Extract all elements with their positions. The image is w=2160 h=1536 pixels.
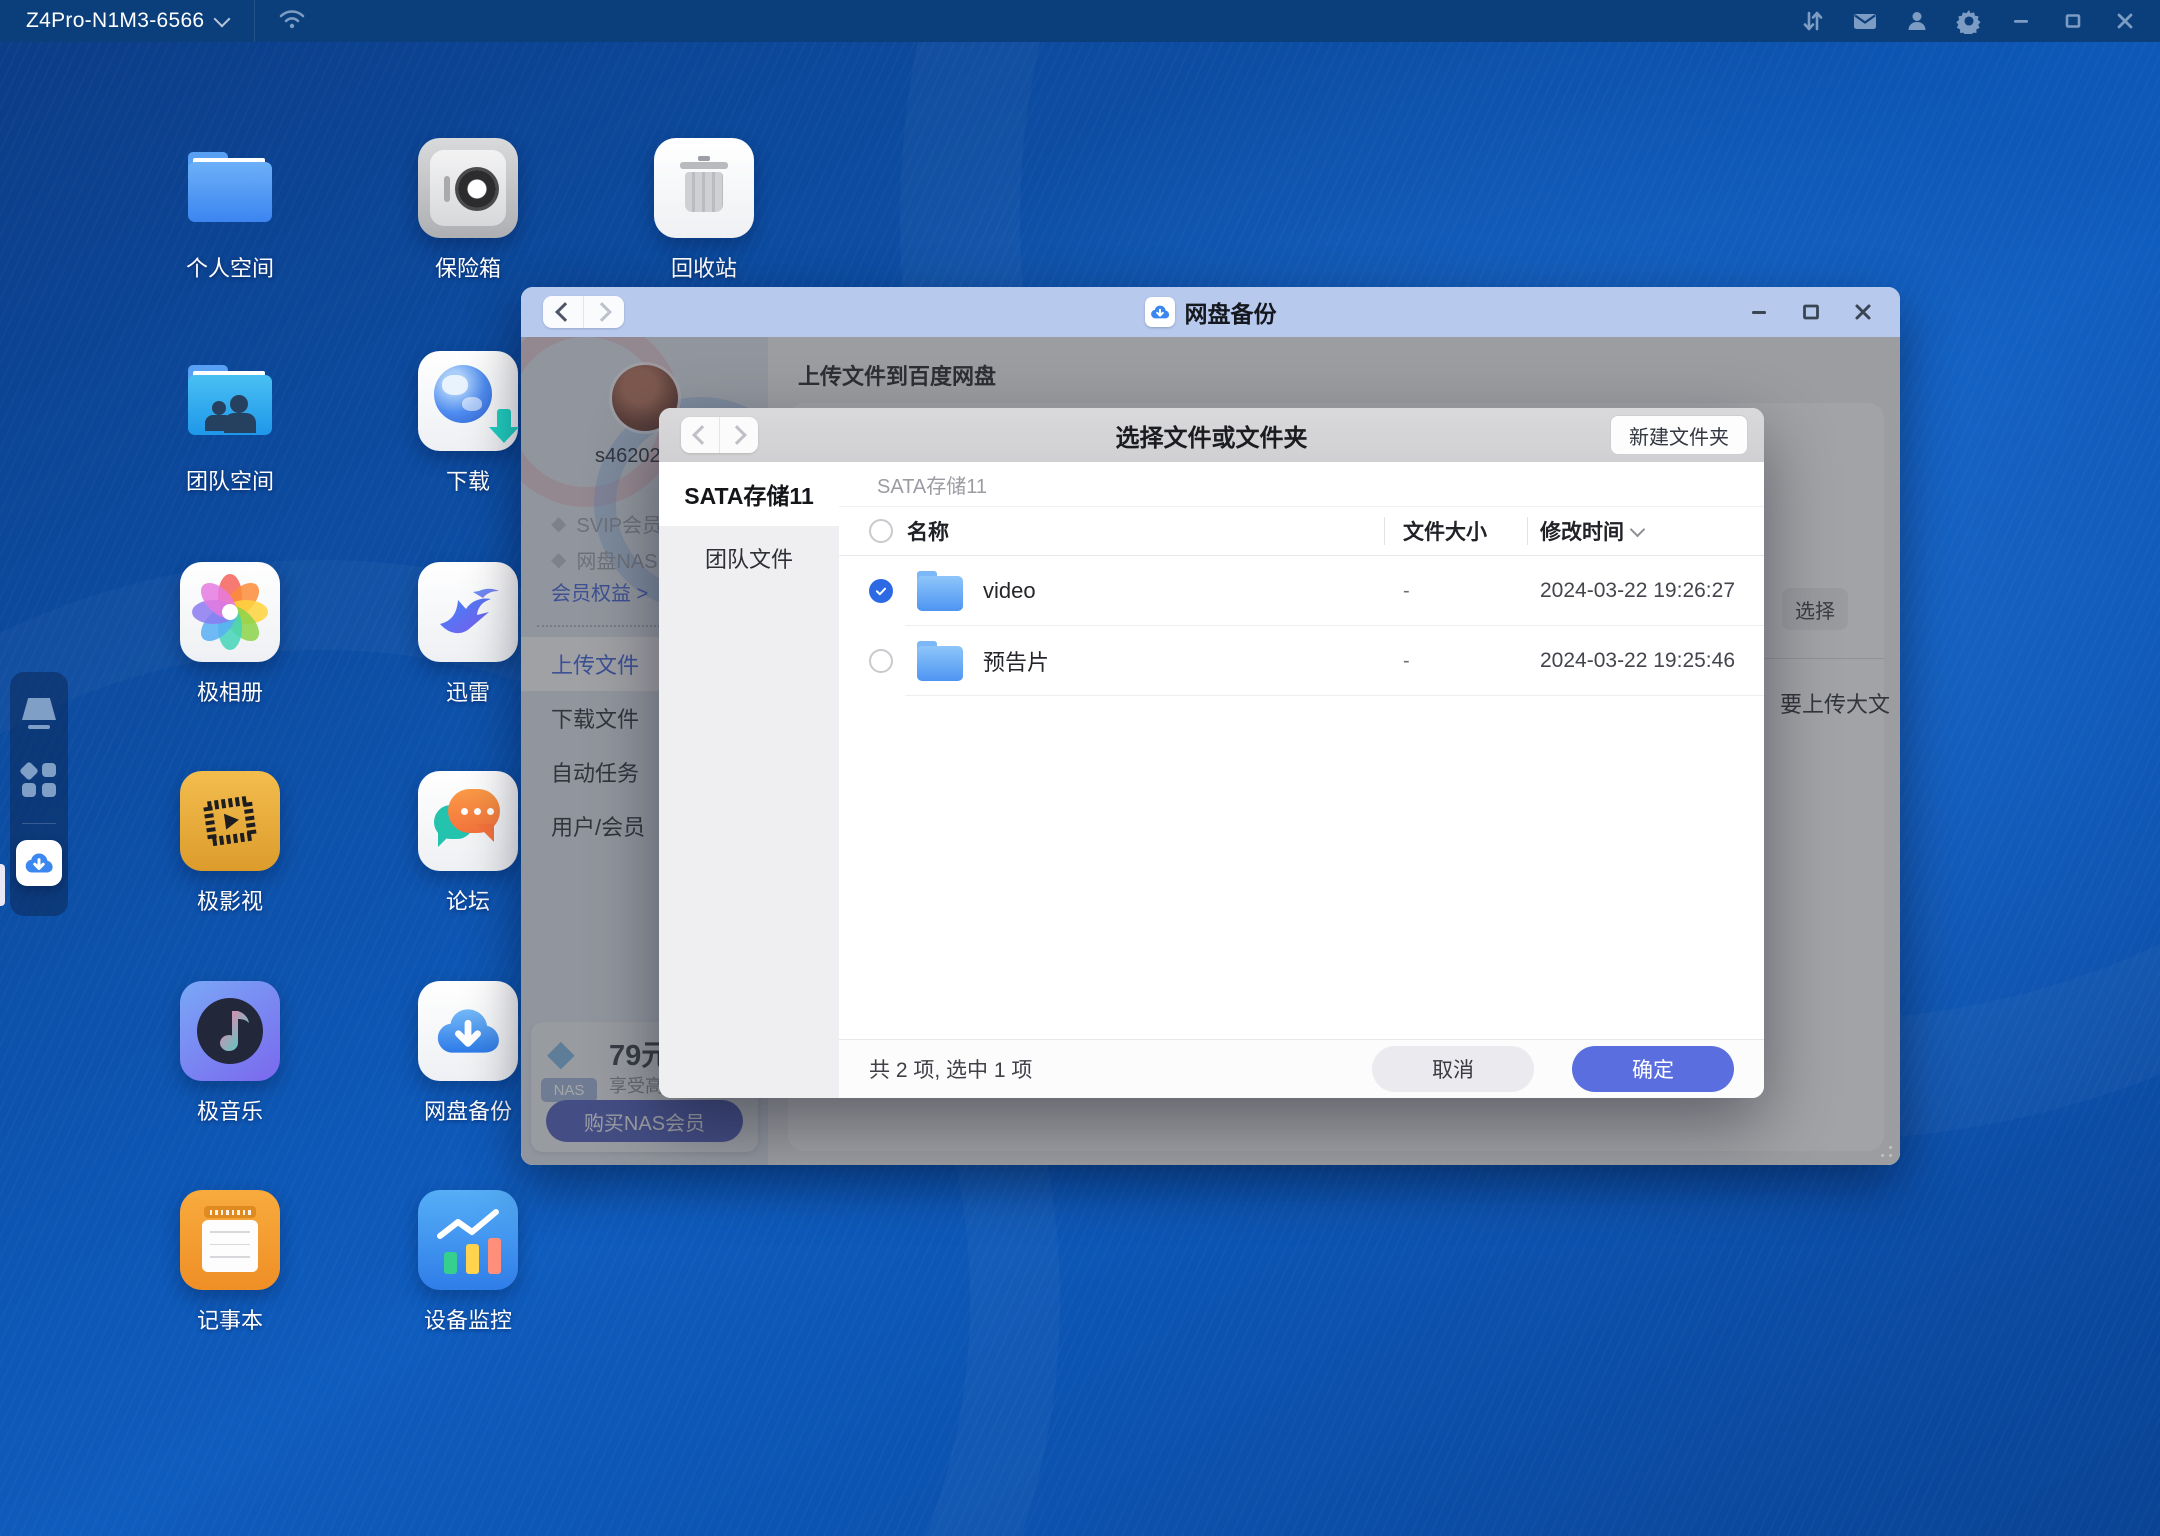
file-list-empty-area [839,696,1764,1039]
desktop-app-music[interactable]: 极音乐 [150,981,310,1126]
sidebar-item-team-files[interactable]: 团队文件 [659,526,839,590]
dialog-header: 选择文件或文件夹 新建文件夹 [659,408,1764,462]
folder-icon [917,571,963,611]
column-modified[interactable]: 修改时间 [1540,516,1643,546]
confirm-button[interactable]: 确定 [1572,1046,1734,1092]
forward-button[interactable] [583,296,624,328]
row-checkbox[interactable] [869,649,893,673]
window-title: 网盘备份 [1185,295,1277,329]
wifi-icon [277,7,307,36]
dialog-content: SATA存储11 名称 文件大小 修改时间 [839,462,1764,1098]
window-app-icon [1145,297,1175,327]
dialog-back-button[interactable] [681,417,719,453]
desktop-app-movies[interactable]: 极影视 [150,771,310,916]
dock-cloud-backup-app[interactable] [16,840,62,886]
xunlei-bird-icon [418,562,518,662]
sort-chevron-icon [1630,521,1646,537]
maximize-icon[interactable] [2060,8,2086,34]
table-header: 名称 文件大小 修改时间 [839,507,1764,556]
desktop-app-personal-space[interactable]: 个人空间 [150,138,310,283]
download-globe-icon [418,351,518,451]
movies-filmstrip-icon [180,771,280,871]
desktop-app-device-monitor[interactable]: 设备监控 [388,1190,548,1335]
close-icon[interactable] [2112,8,2138,34]
desktop-app-photos[interactable]: 极相册 [150,562,310,707]
file-row-trailer[interactable]: 预告片 - 2024-03-22 19:25:46 [839,626,1764,696]
column-name[interactable]: 名称 [907,516,949,546]
top-bar-actions [1800,8,2160,34]
select-all-checkbox[interactable] [869,519,893,543]
folder-icon [917,641,963,681]
dock-desktop-icon[interactable] [22,698,56,720]
cancel-button[interactable]: 取消 [1372,1046,1534,1092]
dialog-footer: 共 2 项, 选中 1 项 取消 确定 [839,1039,1764,1098]
file-row-video[interactable]: video - 2024-03-22 19:26:27 [839,556,1764,626]
column-size[interactable]: 文件大小 [1403,516,1487,546]
desktop-app-team-space[interactable]: 团队空间 [150,351,310,496]
desktop-app-recycle-bin[interactable]: 回收站 [624,138,784,283]
dialog-sidebar: SATA存储11 团队文件 [659,462,839,1098]
chevron-down-icon [214,11,231,28]
music-note-icon [180,981,280,1081]
desktop-app-notes[interactable]: 记事本 [150,1190,310,1335]
cloud-backup-icon [418,981,518,1081]
peeking-window-edge [0,864,5,906]
back-button[interactable] [543,296,583,328]
window-titlebar[interactable]: 网盘备份 [521,287,1900,337]
top-bar: Z4Pro-N1M3-6566 [0,0,2160,42]
window-minimize-icon[interactable] [1748,301,1770,323]
dialog-title: 选择文件或文件夹 [659,418,1764,453]
device-selector[interactable]: Z4Pro-N1M3-6566 [0,0,255,42]
mail-icon[interactable] [1852,8,1878,34]
device-name: Z4Pro-N1M3-6566 [26,9,204,33]
resize-grip[interactable] [1878,1143,1892,1157]
personal-space-folder-icon [180,138,280,238]
dock-apps-grid-icon[interactable] [22,763,56,797]
dock-desktop-icon-base [28,725,50,729]
selection-summary: 共 2 项, 选中 1 项 [869,1054,1032,1084]
minimize-icon[interactable] [2008,8,2034,34]
recycle-bin-icon [654,138,754,238]
safe-icon [418,138,518,238]
user-icon[interactable] [1904,8,1930,34]
photos-flower-icon [180,562,280,662]
new-folder-button[interactable]: 新建文件夹 [1610,415,1748,455]
dialog-forward-button[interactable] [719,417,758,453]
desktop-screen: Z4Pro-N1M3-6566 [0,0,2160,1536]
breadcrumb[interactable]: SATA存储11 [839,462,1764,507]
dock-divider [22,823,56,824]
transfer-icon[interactable] [1800,8,1826,34]
device-monitor-chart-icon [418,1190,518,1290]
notes-icon [180,1190,280,1290]
dock [10,672,68,916]
select-file-dialog: 选择文件或文件夹 新建文件夹 SATA存储11 团队文件 SATA存储11 名称… [659,408,1764,1098]
sidebar-item-sata-storage[interactable]: SATA存储11 [659,462,839,526]
team-space-folder-icon [180,351,280,451]
forum-chat-icon [418,771,518,871]
desktop-app-safe[interactable]: 保险箱 [388,138,548,283]
row-checkbox[interactable] [869,579,893,603]
settings-gear-icon[interactable] [1956,8,1982,34]
window-close-icon[interactable] [1852,301,1874,323]
window-maximize-icon[interactable] [1800,301,1822,323]
